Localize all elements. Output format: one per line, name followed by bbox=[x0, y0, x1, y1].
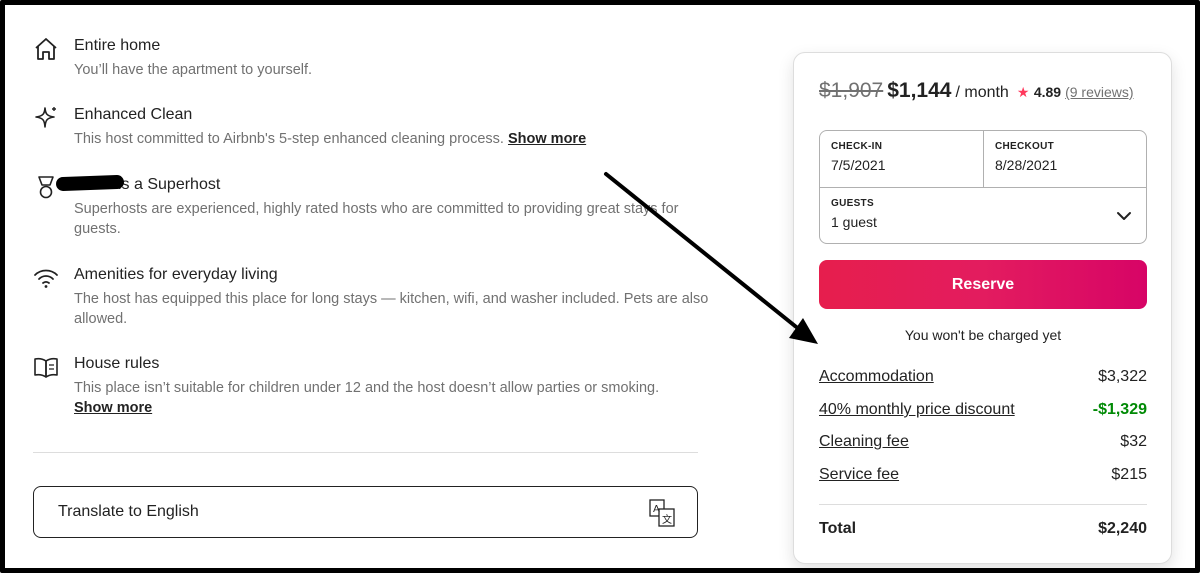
house-icon bbox=[35, 38, 57, 60]
svg-text:文: 文 bbox=[662, 513, 672, 526]
guests-label: GUESTS bbox=[831, 198, 874, 209]
price-period: / month bbox=[955, 84, 1009, 101]
checkout-value: 8/28/2021 bbox=[995, 157, 1058, 173]
feature-description: The host has equipped this place for lon… bbox=[74, 291, 709, 327]
fee-name-link[interactable]: 40% monthly price discount bbox=[819, 401, 1015, 419]
reviews-link[interactable]: (9 reviews) bbox=[1065, 84, 1133, 100]
feature-description-text: This host committed to Airbnb's 5-step e… bbox=[74, 131, 504, 147]
feature-title: House rules bbox=[74, 355, 160, 372]
wifi-icon bbox=[34, 269, 58, 288]
total-divider bbox=[819, 504, 1147, 505]
fee-amount: $215 bbox=[1111, 466, 1147, 483]
fee-name-link[interactable]: Service fee bbox=[819, 466, 899, 484]
total-label: Total bbox=[819, 520, 857, 537]
translate-label: Translate to English bbox=[58, 503, 199, 520]
fee-name-link[interactable]: Cleaning fee bbox=[819, 433, 909, 451]
fee-name-link[interactable]: Accommodation bbox=[819, 368, 934, 386]
discounted-price: $1,144 bbox=[887, 79, 952, 102]
rating-value: 4.89 bbox=[1033, 84, 1062, 100]
fee-amount: $3,322 bbox=[1098, 368, 1147, 385]
fee-amount: $32 bbox=[1120, 433, 1147, 450]
show-more-link[interactable]: Show more bbox=[508, 131, 586, 147]
star-icon: ★ bbox=[1016, 84, 1030, 100]
feature-description: This place isn’t suitable for children u… bbox=[74, 378, 714, 418]
feature-enhanced-clean: Enhanced Clean This host committed to Ai… bbox=[33, 105, 713, 155]
guests-field[interactable]: GUESTS 1 guest bbox=[820, 188, 1146, 243]
feature-superhost: is a Superhost Superhosts are experience… bbox=[33, 175, 713, 245]
feature-description: This host committed to Airbnb's 5-step e… bbox=[74, 129, 714, 149]
translate-button[interactable]: Translate to English A 文 bbox=[33, 486, 698, 538]
guests-value: 1 guest bbox=[831, 214, 877, 230]
checkout-field[interactable]: CHECKOUT 8/28/2021 bbox=[984, 131, 1147, 188]
redaction-mark bbox=[55, 174, 125, 192]
feature-title: Amenities for everyday living bbox=[74, 266, 278, 283]
booking-card: $1,907 $1,144/ month ★ 4.89 (9 reviews) CHE… bbox=[793, 52, 1172, 564]
checkout-label: CHECKOUT bbox=[995, 141, 1055, 152]
reserve-button[interactable]: Reserve bbox=[819, 260, 1147, 309]
feature-title: Enhanced Clean bbox=[74, 106, 193, 123]
feature-description-text: This place isn’t suitable for children u… bbox=[74, 380, 660, 396]
checkin-label: CHECK-IN bbox=[831, 141, 883, 152]
section-divider bbox=[33, 452, 698, 453]
feature-entire-home: Entire home You’ll have the apartment to… bbox=[33, 36, 713, 86]
chevron-down-icon bbox=[1117, 212, 1131, 220]
feature-description: Superhosts are experienced, highly rated… bbox=[74, 201, 679, 237]
booking-fields: CHECK-IN 7/5/2021 CHECKOUT 8/28/2021 GUE… bbox=[819, 130, 1147, 244]
feature-title: Entire home bbox=[74, 37, 161, 54]
show-more-link[interactable]: Show more bbox=[74, 400, 152, 416]
sparkle-icon bbox=[35, 107, 56, 128]
feature-amenities: Amenities for everyday living The host h… bbox=[33, 265, 713, 335]
translate-icon: A 文 bbox=[649, 499, 675, 527]
checkin-field[interactable]: CHECK-IN 7/5/2021 bbox=[820, 131, 984, 188]
feature-house-rules: House rules This place isn’t suitable fo… bbox=[33, 354, 713, 424]
svg-text:A: A bbox=[653, 504, 660, 515]
checkin-value: 7/5/2021 bbox=[831, 157, 886, 173]
feature-title: is a Superhost bbox=[118, 176, 221, 193]
book-icon bbox=[34, 357, 58, 378]
superhost-medal-icon bbox=[38, 176, 54, 199]
total-amount: $2,240 bbox=[1098, 520, 1147, 537]
price-row: $1,907 $1,144/ month ★ 4.89 (9 reviews) bbox=[819, 79, 1134, 103]
feature-description: You’ll have the apartment to yourself. bbox=[74, 62, 313, 78]
no-charge-note: You won't be charged yet bbox=[904, 327, 1062, 343]
original-price: $1,907 bbox=[819, 79, 884, 102]
fee-amount: -$1,329 bbox=[1092, 401, 1147, 418]
